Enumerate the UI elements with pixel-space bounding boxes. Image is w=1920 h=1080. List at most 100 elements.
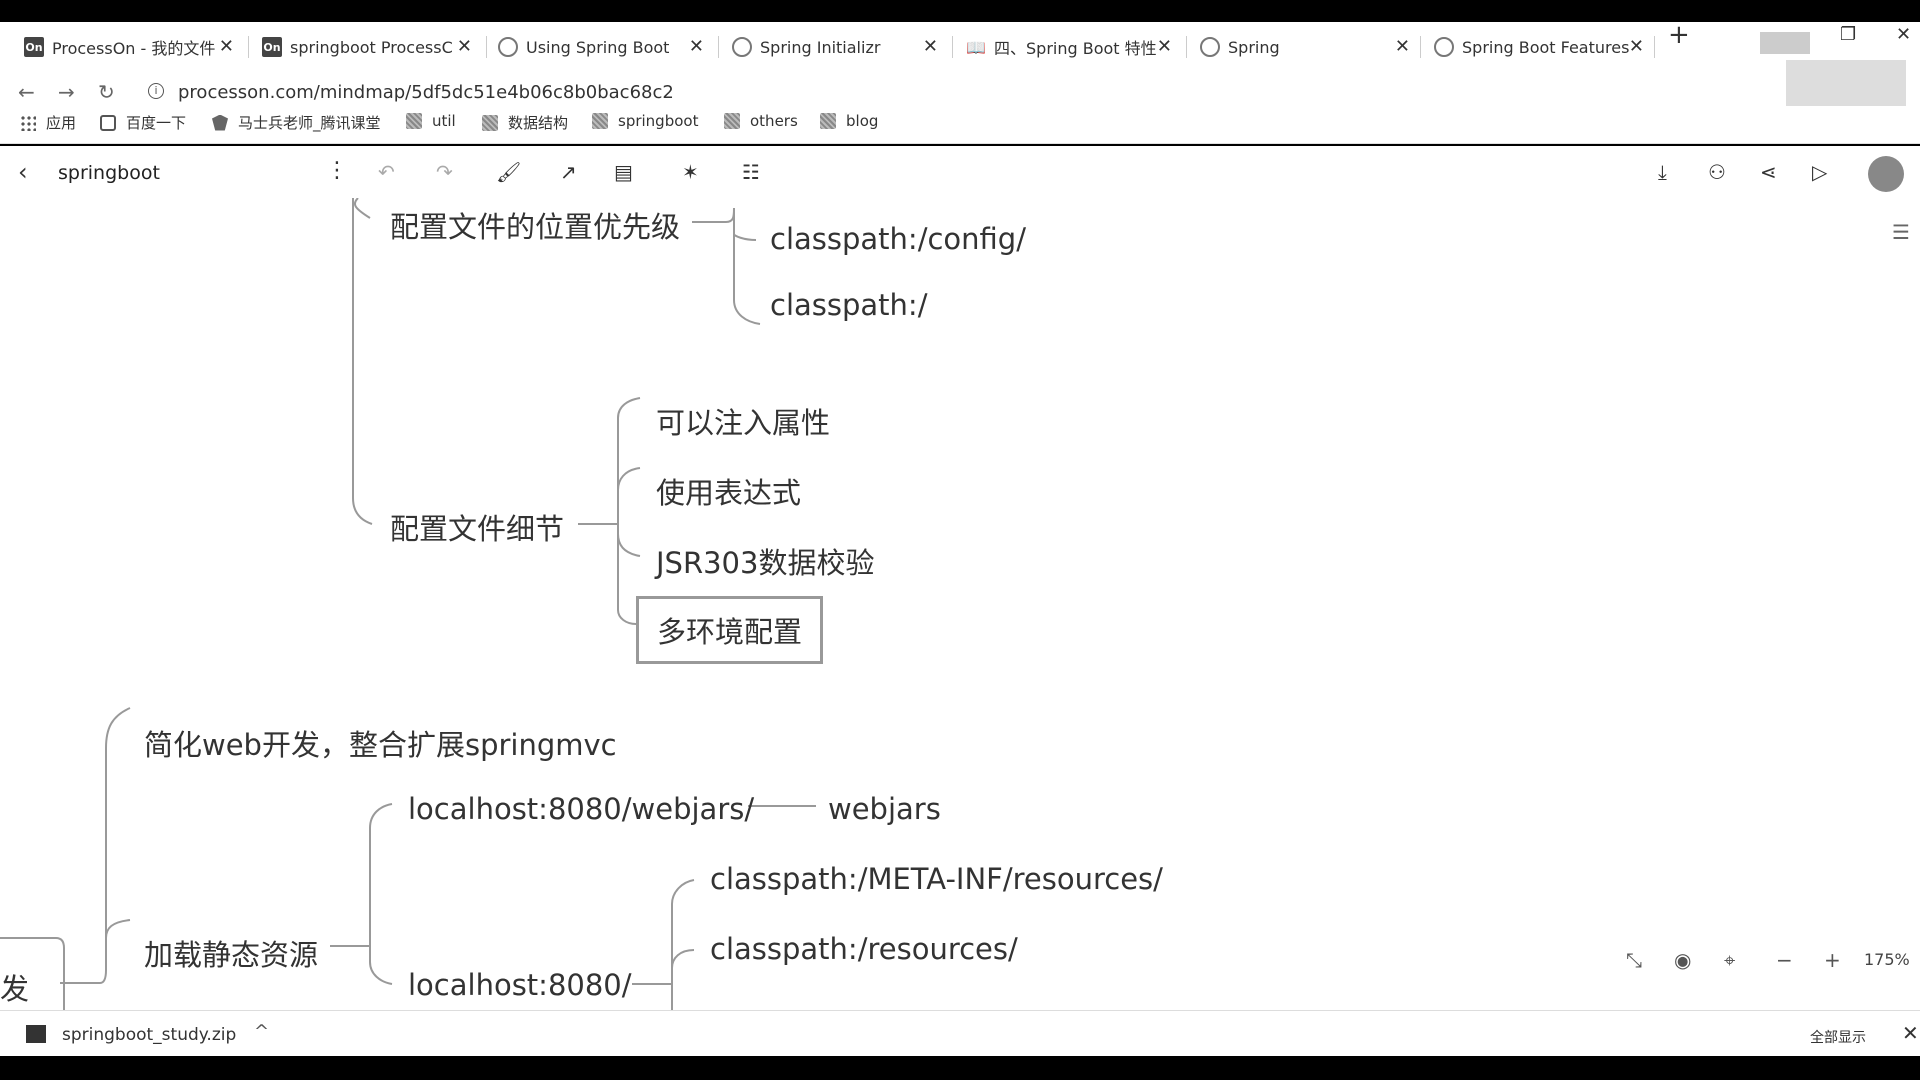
panel-settings-icon[interactable]: ☰ — [1892, 220, 1910, 244]
top-letterbox — [0, 0, 1920, 22]
tab-divider — [1420, 36, 1421, 58]
download-filename[interactable]: springboot_study.zip — [62, 1025, 236, 1045]
redo-icon[interactable]: ↷ — [436, 160, 453, 184]
back-arrow-icon[interactable]: ← — [18, 80, 35, 104]
node-classpath-root[interactable]: classpath:/ — [770, 288, 927, 322]
browser-tab-strip: On ProcessOn - 我的文件 ✕ On springboot Proc… — [0, 20, 1920, 72]
node-multi-env-config-selected[interactable]: 多环境配置 — [636, 596, 824, 664]
download-shelf: springboot_study.zip ^ 全部显示 ✕ — [0, 1010, 1920, 1056]
bookmark-apps[interactable]: 应用 — [20, 112, 76, 133]
node-jsr303-validation[interactable]: JSR303数据校验 — [656, 540, 874, 582]
close-icon[interactable]: ✕ — [1395, 36, 1410, 57]
site-info-icon[interactable]: i — [148, 83, 164, 99]
spring-icon — [498, 37, 518, 57]
close-icon[interactable]: ✕ — [1157, 36, 1172, 57]
video-overlay-thumbnail — [1786, 60, 1906, 106]
undo-icon[interactable]: ↶ — [378, 160, 395, 184]
close-icon[interactable]: ✕ — [457, 36, 472, 57]
node-webjars[interactable]: webjars — [828, 792, 941, 826]
bookmark-label: springboot — [618, 112, 699, 130]
window-close-icon[interactable]: ✕ — [1896, 24, 1911, 45]
url-field[interactable]: processon.com/mindmap/5df5dc51e4b06c8b0b… — [178, 82, 674, 103]
collaborate-icon[interactable]: ⚇ — [1708, 160, 1726, 184]
tab-divider — [1186, 36, 1187, 58]
minimize-button[interactable] — [1760, 32, 1810, 54]
bookmark-folder-util[interactable]: util — [406, 112, 456, 130]
spring-icon — [1434, 37, 1454, 57]
bookmark-folder-blog[interactable]: blog — [820, 112, 878, 130]
bookmark-baidu[interactable]: 百度一下 — [100, 112, 186, 133]
bottom-letterbox — [0, 1056, 1920, 1080]
new-tab-button[interactable]: + — [1668, 20, 1690, 50]
folder-icon — [592, 113, 608, 129]
tab-using-spring-boot[interactable]: Using Spring Boot ✕ — [498, 22, 704, 72]
node-use-expressions[interactable]: 使用表达式 — [656, 470, 801, 512]
tab-processon-files[interactable]: On ProcessOn - 我的文件 ✕ — [24, 22, 234, 72]
tab-springboot-processon[interactable]: On springboot ProcessC ✕ — [262, 22, 472, 72]
tab-divider — [1654, 36, 1655, 58]
folder-icon — [482, 114, 498, 131]
node-config-priority[interactable]: 配置文件的位置优先级 — [390, 204, 680, 246]
bookmark-label: util — [432, 112, 456, 130]
chevron-up-icon[interactable]: ^ — [254, 1021, 269, 1042]
node-localhost[interactable]: localhost:8080/ — [408, 968, 632, 1002]
layout-icon[interactable]: ▤ — [614, 160, 633, 184]
connector-icon[interactable]: ↗ — [560, 160, 577, 184]
baidu-icon — [100, 114, 116, 131]
tab-spring-boot-features-cn[interactable]: 📖 四、Spring Boot 特性 ✕ — [966, 22, 1172, 72]
close-icon[interactable]: ✕ — [923, 36, 938, 57]
magic-wand-icon[interactable]: ✶ — [682, 160, 699, 184]
close-icon[interactable]: ✕ — [219, 36, 234, 57]
bookmark-tencent-class[interactable]: 马士兵老师_腾讯课堂 — [212, 112, 381, 133]
fit-screen-icon[interactable]: ⤡ — [1626, 948, 1642, 972]
shield-icon — [212, 114, 228, 131]
preview-eye-icon[interactable]: ◉ — [1674, 948, 1691, 972]
bookmark-folder-others[interactable]: others — [724, 112, 798, 130]
node-inject-properties[interactable]: 可以注入属性 — [656, 400, 830, 442]
tab-spring-initializr[interactable]: Spring Initializr ✕ — [732, 22, 938, 72]
back-chevron-icon[interactable]: ‹ — [18, 158, 28, 186]
node-config-details[interactable]: 配置文件细节 — [390, 506, 564, 548]
structure-icon[interactable]: ☷ — [742, 160, 760, 184]
restore-icon[interactable]: ❐ — [1840, 24, 1856, 45]
folder-icon — [724, 113, 740, 129]
mindmap-canvas[interactable]: 配置文件的位置优先级 classpath:/config/ classpath:… — [0, 198, 1920, 1010]
reload-icon[interactable]: ↻ — [98, 80, 115, 104]
close-icon[interactable]: ✕ — [1902, 1021, 1919, 1045]
spring-icon — [732, 37, 752, 57]
node-partial-root[interactable]: 发 — [0, 966, 29, 1008]
spring-icon — [1200, 37, 1220, 57]
close-icon[interactable]: ✕ — [689, 36, 704, 57]
zoom-out-icon[interactable]: − — [1776, 948, 1793, 972]
avatar[interactable] — [1868, 156, 1904, 192]
forward-arrow-icon[interactable]: → — [58, 80, 75, 104]
tab-title: Spring Initializr — [760, 37, 881, 57]
show-all-downloads-link[interactable]: 全部显示 — [1810, 1027, 1866, 1047]
bookmark-label: blog — [846, 112, 879, 130]
tab-divider — [952, 36, 953, 58]
node-classpath-resources[interactable]: classpath:/resources/ — [710, 932, 1018, 966]
locate-pin-icon[interactable]: ⌖ — [1724, 948, 1735, 972]
node-load-static[interactable]: 加载静态资源 — [144, 932, 318, 974]
tab-spring[interactable]: Spring ✕ — [1200, 22, 1410, 72]
tab-divider — [718, 36, 719, 58]
tab-title: Spring — [1228, 37, 1280, 57]
download-icon[interactable]: ⤓ — [1658, 160, 1667, 184]
play-icon[interactable]: ▷ — [1812, 160, 1827, 184]
bookmark-folder-data-structures[interactable]: 数据结构 — [482, 112, 568, 133]
document-title[interactable]: springboot — [58, 162, 160, 184]
node-meta-inf-resources[interactable]: classpath:/META-INF/resources/ — [710, 862, 1163, 896]
bookmark-label: 马士兵老师_腾讯课堂 — [238, 114, 381, 132]
tab-spring-boot-features[interactable]: Spring Boot Features ✕ — [1434, 22, 1644, 72]
node-classpath-config[interactable]: classpath:/config/ — [770, 222, 1026, 256]
zoom-in-icon[interactable]: + — [1824, 948, 1841, 972]
format-painter-icon[interactable]: 🖌 — [496, 160, 521, 184]
node-simplify-web[interactable]: 简化web开发，整合扩展springmvc — [144, 722, 617, 764]
bookmark-folder-springboot[interactable]: springboot — [592, 112, 698, 130]
more-menu-icon[interactable]: ⋮ — [326, 158, 348, 183]
tab-title: Spring Boot Features — [1462, 37, 1630, 57]
node-webjars-url[interactable]: localhost:8080/webjars/ — [408, 792, 754, 826]
close-icon[interactable]: ✕ — [1629, 36, 1644, 57]
share-icon[interactable]: ⋖ — [1760, 160, 1777, 184]
tab-divider — [248, 36, 249, 58]
